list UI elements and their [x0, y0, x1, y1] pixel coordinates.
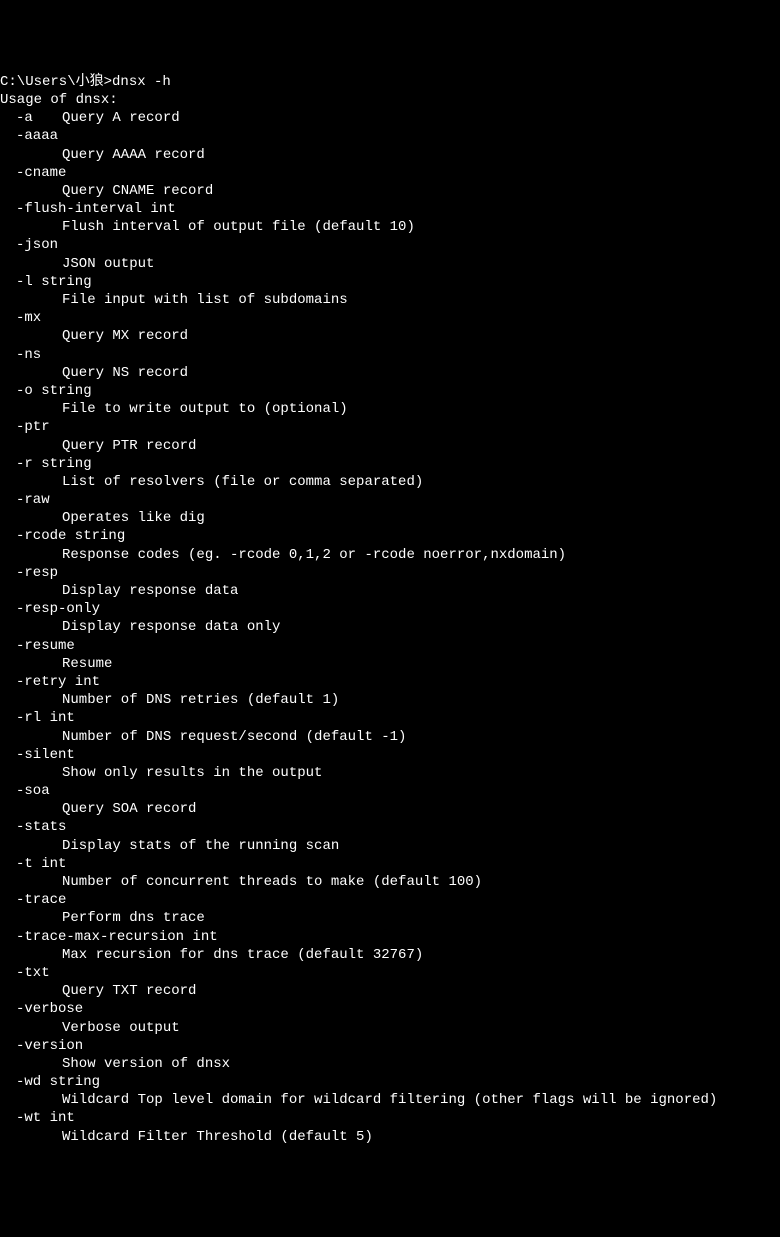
flag-entry: -json: [0, 236, 780, 254]
flag-description: Query PTR record: [0, 437, 780, 455]
flag-description: Perform dns trace: [0, 909, 780, 927]
flag-name: -a: [16, 109, 62, 127]
flag-name: -cname: [16, 165, 66, 181]
flag-name: -soa: [16, 783, 50, 799]
flag-entry: -aQuery A record: [0, 109, 780, 127]
flag-name: -silent: [16, 747, 75, 763]
flag-description: Flush interval of output file (default 1…: [0, 218, 780, 236]
flag-entry: -version: [0, 1037, 780, 1055]
flag-name: -trace: [16, 892, 66, 908]
flag-name: -wd string: [16, 1074, 100, 1090]
flag-entry: -verbose: [0, 1000, 780, 1018]
flag-description: Wildcard Top level domain for wildcard f…: [0, 1091, 780, 1109]
flag-name: -stats: [16, 819, 66, 835]
flag-description: Query TXT record: [0, 982, 780, 1000]
flag-name: -resp: [16, 565, 58, 581]
flag-entry: -o string: [0, 382, 780, 400]
flag-entry: -rcode string: [0, 527, 780, 545]
terminal-output[interactable]: C:\Users\小狼>dnsx -h Usage of dnsx:-aQuer…: [0, 73, 780, 1146]
flag-name: -t int: [16, 856, 66, 872]
flag-entry: -silent: [0, 746, 780, 764]
flag-description: Query AAAA record: [0, 146, 780, 164]
flag-entry: -trace: [0, 891, 780, 909]
flag-name: -resume: [16, 638, 75, 654]
flag-name: -json: [16, 237, 58, 253]
flag-description: List of resolvers (file or comma separat…: [0, 473, 780, 491]
flag-entry: -retry int: [0, 673, 780, 691]
flag-name: -r string: [16, 456, 92, 472]
flag-entry: -resume: [0, 637, 780, 655]
flag-entry: -flush-interval int: [0, 200, 780, 218]
flag-name: -retry int: [16, 674, 100, 690]
flag-description: Display response data: [0, 582, 780, 600]
flag-name: -rcode string: [16, 528, 125, 544]
flag-description: Query A record: [62, 110, 180, 126]
flags-list: -aQuery A record-aaaa Query AAAA record-c…: [0, 109, 780, 1146]
flag-description: Number of concurrent threads to make (de…: [0, 873, 780, 891]
flag-name: -ns: [16, 347, 41, 363]
flag-entry: -cname: [0, 164, 780, 182]
flag-entry: -resp: [0, 564, 780, 582]
flag-description: Response codes (eg. -rcode 0,1,2 or -rco…: [0, 546, 780, 564]
flag-name: -txt: [16, 965, 50, 981]
flag-name: -ptr: [16, 419, 50, 435]
flag-entry: -resp-only: [0, 600, 780, 618]
flag-description: File input with list of subdomains: [0, 291, 780, 309]
flag-entry: -txt: [0, 964, 780, 982]
flag-description: Query MX record: [0, 327, 780, 345]
flag-name: -trace-max-recursion int: [16, 929, 218, 945]
flag-name: -mx: [16, 310, 41, 326]
flag-description: Resume: [0, 655, 780, 673]
flag-entry: -ns: [0, 346, 780, 364]
prompt: C:\Users\小狼>: [0, 74, 112, 90]
flag-description: Wildcard Filter Threshold (default 5): [0, 1128, 780, 1146]
flag-entry: -rl int: [0, 709, 780, 727]
flag-entry: -l string: [0, 273, 780, 291]
flag-entry: -wd string: [0, 1073, 780, 1091]
flag-name: -raw: [16, 492, 50, 508]
flag-name: -rl int: [16, 710, 75, 726]
flag-description: Number of DNS retries (default 1): [0, 691, 780, 709]
flag-entry: -stats: [0, 818, 780, 836]
flag-entry: -ptr: [0, 418, 780, 436]
flag-name: -resp-only: [16, 601, 100, 617]
flag-entry: -r string: [0, 455, 780, 473]
flag-description: JSON output: [0, 255, 780, 273]
flag-entry: -t int: [0, 855, 780, 873]
flag-entry: -mx: [0, 309, 780, 327]
flag-entry: -soa: [0, 782, 780, 800]
flag-description: Display response data only: [0, 618, 780, 636]
flag-name: -aaaa: [16, 128, 58, 144]
flag-entry: -trace-max-recursion int: [0, 928, 780, 946]
flag-name: -version: [16, 1038, 83, 1054]
flag-name: -flush-interval int: [16, 201, 176, 217]
usage-line: Usage of dnsx:: [0, 91, 780, 109]
flag-description: Verbose output: [0, 1019, 780, 1037]
flag-name: -verbose: [16, 1001, 83, 1017]
flag-description: Show only results in the output: [0, 764, 780, 782]
flag-entry: -wt int: [0, 1109, 780, 1127]
flag-description: File to write output to (optional): [0, 400, 780, 418]
flag-description: Max recursion for dns trace (default 327…: [0, 946, 780, 964]
flag-entry: -aaaa: [0, 127, 780, 145]
command-input: dnsx -h: [112, 74, 171, 90]
flag-description: Number of DNS request/second (default -1…: [0, 728, 780, 746]
flag-entry: -raw: [0, 491, 780, 509]
flag-description: Display stats of the running scan: [0, 837, 780, 855]
flag-description: Show version of dnsx: [0, 1055, 780, 1073]
flag-description: Query NS record: [0, 364, 780, 382]
flag-description: Query CNAME record: [0, 182, 780, 200]
flag-name: -wt int: [16, 1110, 75, 1126]
flag-name: -l string: [16, 274, 92, 290]
flag-name: -o string: [16, 383, 92, 399]
flag-description: Query SOA record: [0, 800, 780, 818]
flag-description: Operates like dig: [0, 509, 780, 527]
